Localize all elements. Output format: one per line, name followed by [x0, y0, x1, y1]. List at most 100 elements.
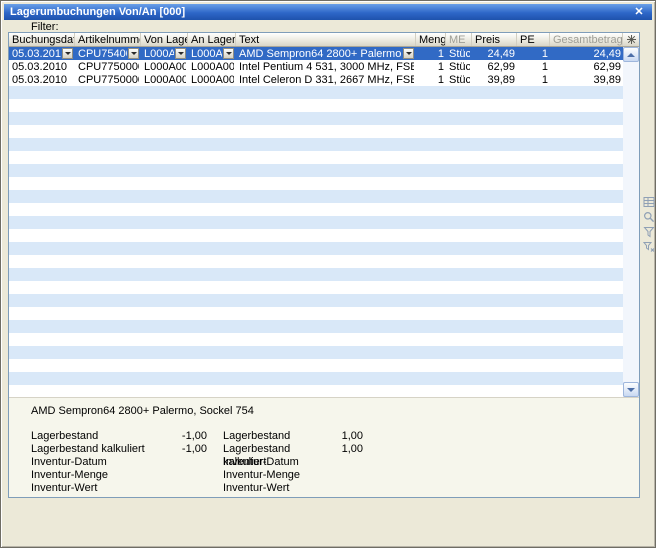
cell-text: 1: [520, 74, 548, 86]
details-line: Lagerbestand -1,00 Lagerbestand 1,00: [9, 430, 639, 443]
table-row[interactable]: 05.03.2010 CPU77500001 L000A001 L000A003…: [9, 60, 623, 73]
cell-buchungsdatum[interactable]: 05.03.2010: [9, 60, 75, 73]
cell-an-lager[interactable]: L000A003: [188, 60, 236, 73]
cell-gesamtbetrag[interactable]: 39,89: [550, 73, 623, 86]
column-header-buchungsdatum[interactable]: Buchungsdatum: [9, 33, 75, 46]
cell-text-beschreibung[interactable]: AMD Sempron64 2800+ Palermo, Sockel 754: [236, 47, 416, 60]
column-header-text[interactable]: Text: [236, 33, 416, 46]
table-row-selected[interactable]: 05.03.2010 CPU75400003 L000A001 L000A002: [9, 47, 623, 60]
scroll-up-button[interactable]: [623, 47, 639, 62]
chevron-down-icon: [131, 52, 137, 55]
filter-remove-icon[interactable]: [643, 241, 655, 253]
cell-pe[interactable]: 1: [517, 47, 550, 60]
cell-text: 05.03.2010: [12, 74, 73, 86]
dropdown-button[interactable]: [403, 48, 414, 59]
column-header-pe[interactable]: PE: [517, 33, 550, 46]
detail-value: -1,00: [161, 430, 207, 443]
table-row[interactable]: 05.03.2010 CPU77500002 L000A001 L000A005…: [9, 73, 623, 86]
detail-value: [327, 482, 363, 495]
cell-von-lager[interactable]: L000A001: [141, 60, 188, 73]
cell-preis[interactable]: 24,49: [472, 47, 517, 60]
cell-menge[interactable]: 1: [416, 73, 446, 86]
detail-label: Inventur-Menge: [31, 469, 161, 482]
cell-text: Stück: [449, 74, 470, 86]
column-header-von-lager[interactable]: Von Lager: [141, 33, 188, 46]
cell-text: CPU77500002: [78, 74, 139, 86]
cell-menge[interactable]: 1: [416, 60, 446, 73]
column-header-menge[interactable]: Menge: [416, 33, 446, 46]
empty-row: [9, 138, 623, 151]
cell-artikelnummer[interactable]: CPU77500001: [75, 60, 141, 73]
cell-pe[interactable]: 1: [517, 60, 550, 73]
details-line: Inventur-Datum Inventur-Datum: [9, 456, 639, 469]
cell-text-beschreibung[interactable]: Intel Pentium 4 531, 3000 MHz, FSB 800 M…: [236, 60, 416, 73]
cell-me[interactable]: Stück: [446, 47, 472, 60]
detail-label: Lagerbestand: [223, 430, 327, 443]
empty-row: [9, 99, 623, 112]
cell-von-lager[interactable]: L000A001: [141, 47, 188, 60]
cell-preis[interactable]: 62,99: [472, 60, 517, 73]
cell-me[interactable]: Stück: [446, 73, 472, 86]
column-header-me[interactable]: ME: [446, 33, 472, 46]
cell-gesamtbetrag[interactable]: 62,99: [550, 60, 623, 73]
empty-row: [9, 372, 623, 385]
vertical-scrollbar[interactable]: [623, 47, 639, 397]
rows-area: 05.03.2010 CPU75400003 L000A001 L000A002: [9, 47, 623, 397]
empty-row: [9, 294, 623, 307]
chevron-down-icon: [406, 52, 412, 55]
empty-row: [9, 190, 623, 203]
empty-row: [9, 112, 623, 125]
cell-buchungsdatum[interactable]: 05.03.2010: [9, 73, 75, 86]
detail-label: Inventur-Wert: [223, 482, 327, 495]
column-header-gesamtbetrag[interactable]: Gesamtbetrag: [550, 33, 623, 46]
cell-pe[interactable]: 1: [517, 73, 550, 86]
detail-label: Inventur-Wert: [31, 482, 161, 495]
details-line: Inventur-Menge Inventur-Menge: [9, 469, 639, 482]
column-chooser-icon: [627, 35, 636, 44]
cell-text: Intel Pentium 4 531, 3000 MHz, FSB 800 M…: [239, 61, 414, 73]
cell-preis[interactable]: 39,89: [472, 73, 517, 86]
column-header-an-lager[interactable]: An Lager: [188, 33, 236, 46]
detail-label: Inventur-Datum: [223, 456, 327, 469]
detail-label: Inventur-Menge: [223, 469, 327, 482]
column-header-preis[interactable]: Preis: [472, 33, 517, 46]
scrollbar-track[interactable]: [623, 62, 639, 382]
cell-gesamtbetrag[interactable]: 24,49: [550, 47, 623, 60]
cell-me[interactable]: Stück: [446, 60, 472, 73]
arrow-up-icon: [627, 53, 635, 57]
empty-row: [9, 385, 623, 397]
column-header-artikelnummer[interactable]: Artikelnummer: [75, 33, 141, 46]
detail-value: [327, 469, 363, 482]
side-toolbar: [643, 196, 655, 256]
cell-an-lager[interactable]: L000A005: [188, 73, 236, 86]
cell-text: 05.03.2010: [12, 61, 73, 73]
column-chooser-button[interactable]: [623, 33, 639, 46]
search-icon[interactable]: [643, 211, 655, 223]
table-icon[interactable]: [643, 196, 655, 208]
cell-artikelnummer[interactable]: CPU77500002: [75, 73, 141, 86]
cell-menge[interactable]: 1: [416, 47, 446, 60]
details-line: Lagerbestand kalkuliert -1,00 Lagerbesta…: [9, 443, 639, 456]
detail-label: Lagerbestand kalkuliert: [223, 443, 327, 456]
article-description: AMD Sempron64 2800+ Palermo, Sockel 754: [9, 405, 639, 418]
dropdown-button[interactable]: [128, 48, 139, 59]
cell-buchungsdatum[interactable]: 05.03.2010: [9, 47, 75, 60]
filter-icon[interactable]: [643, 226, 655, 238]
empty-row: [9, 125, 623, 138]
empty-row: [9, 320, 623, 333]
cell-von-lager[interactable]: L000A001: [141, 73, 188, 86]
cell-an-lager[interactable]: L000A002: [188, 47, 236, 60]
dropdown-button[interactable]: [175, 48, 186, 59]
cell-artikelnummer[interactable]: CPU75400003: [75, 47, 141, 60]
cell-text: 24,49: [553, 48, 621, 60]
empty-row: [9, 203, 623, 216]
cell-text-beschreibung[interactable]: Intel Celeron D 331, 2667 MHz, FSB 533 M…: [236, 73, 416, 86]
cell-text: L000A001: [144, 48, 174, 60]
empty-row: [9, 216, 623, 229]
scroll-down-button[interactable]: [623, 382, 639, 397]
dropdown-button[interactable]: [62, 48, 73, 59]
detail-label: Lagerbestand: [31, 430, 161, 443]
dropdown-button[interactable]: [223, 48, 234, 59]
cell-text: L000A001: [144, 61, 186, 73]
close-button[interactable]: ✕: [632, 5, 646, 19]
